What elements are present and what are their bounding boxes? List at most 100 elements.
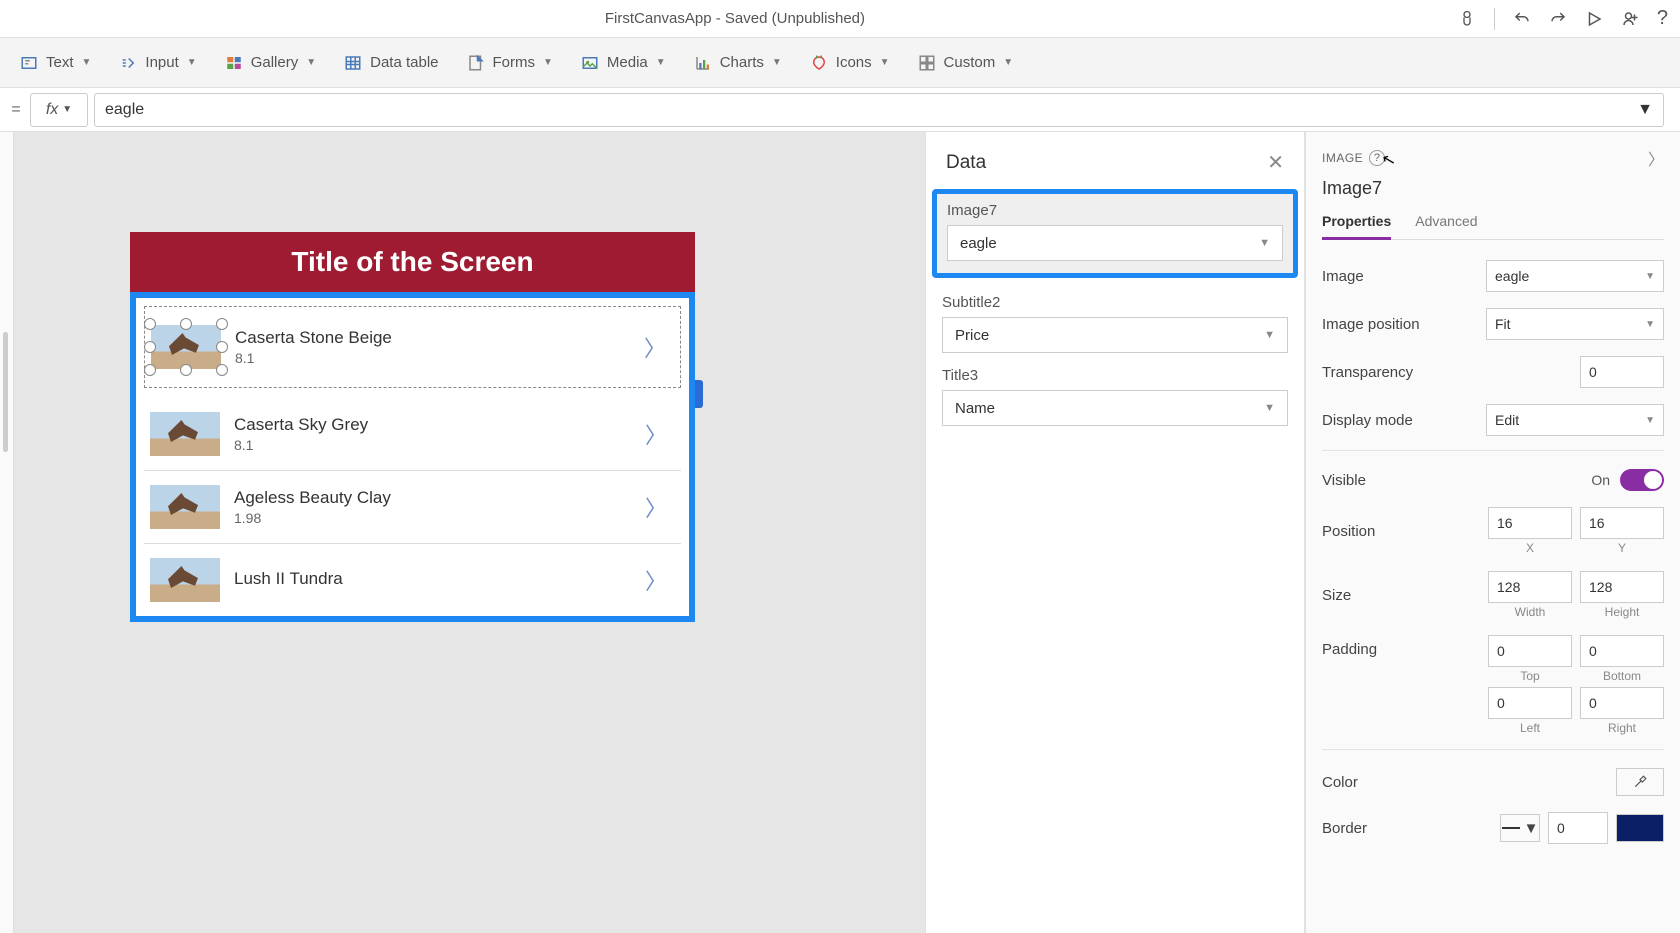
ribbon-icons[interactable]: Icons▼ bbox=[810, 54, 890, 72]
gallery-thumb bbox=[150, 558, 220, 602]
prop-image-select[interactable]: eagle▼ bbox=[1486, 260, 1664, 292]
prop-padding-left[interactable]: 0 bbox=[1488, 687, 1572, 719]
ribbon-data-table[interactable]: Data table bbox=[344, 54, 438, 72]
ribbon-datatable-label: Data table bbox=[370, 54, 438, 71]
formula-input[interactable]: eagle ▼ bbox=[94, 93, 1664, 127]
gallery-control[interactable]: Caserta Stone Beige 8.1 〉 Caserta Sky Gr… bbox=[130, 292, 695, 622]
y-label: Y bbox=[1618, 541, 1626, 555]
divider bbox=[1494, 8, 1495, 30]
ribbon-text[interactable]: Text▼ bbox=[20, 54, 91, 72]
field-select-title3[interactable]: Name ▼ bbox=[942, 390, 1288, 426]
field-value: eagle bbox=[960, 235, 997, 252]
control-name: Image7 bbox=[1322, 178, 1664, 199]
prop-label-visible: Visible bbox=[1322, 472, 1366, 489]
prop-position-x[interactable]: 16 bbox=[1488, 507, 1572, 539]
field-select-image7[interactable]: eagle ▼ bbox=[947, 225, 1283, 261]
ribbon-custom[interactable]: Custom▼ bbox=[918, 54, 1014, 72]
ribbon-input[interactable]: Input▼ bbox=[119, 54, 196, 72]
tab-properties[interactable]: Properties bbox=[1322, 209, 1391, 240]
gallery-thumb[interactable] bbox=[151, 325, 221, 369]
close-icon[interactable]: ✕ bbox=[1267, 150, 1284, 175]
ribbon-forms[interactable]: Forms▼ bbox=[467, 54, 553, 72]
data-field-image7: Image7 eagle ▼ bbox=[932, 189, 1298, 278]
bottom-label: Bottom bbox=[1603, 669, 1641, 683]
prop-size-height[interactable]: 128 bbox=[1580, 571, 1664, 603]
prop-color-picker[interactable] bbox=[1616, 768, 1664, 796]
gallery-thumb bbox=[150, 412, 220, 456]
chevron-right-icon[interactable]: 〉 bbox=[637, 418, 675, 450]
ribbon-charts-label: Charts bbox=[720, 54, 764, 71]
chevron-right-icon[interactable]: 〉 bbox=[1648, 146, 1664, 170]
prop-label-transparency: Transparency bbox=[1322, 364, 1413, 381]
prop-label-position: Position bbox=[1322, 523, 1375, 540]
prop-label-image: Image bbox=[1322, 268, 1364, 285]
prop-value: 0 bbox=[1589, 364, 1597, 380]
prop-padding-right[interactable]: 0 bbox=[1580, 687, 1664, 719]
tab-advanced[interactable]: Advanced bbox=[1415, 209, 1477, 239]
visible-toggle[interactable] bbox=[1620, 469, 1664, 491]
canvas-area[interactable]: Butt Title of the Screen bbox=[0, 132, 925, 933]
formula-value: eagle bbox=[105, 101, 144, 119]
field-label: Subtitle2 bbox=[942, 294, 1288, 311]
ribbon-media[interactable]: Media▼ bbox=[581, 54, 666, 72]
formula-expand-icon[interactable]: ▼ bbox=[1637, 101, 1653, 119]
prop-padding-bottom[interactable]: 0 bbox=[1580, 635, 1664, 667]
gallery-item-selected[interactable]: Caserta Stone Beige 8.1 〉 bbox=[144, 306, 681, 388]
chevron-down-icon: ▼ bbox=[1264, 329, 1275, 341]
field-select-subtitle2[interactable]: Price ▼ bbox=[942, 317, 1288, 353]
prop-display-mode-select[interactable]: Edit▼ bbox=[1486, 404, 1664, 436]
data-field-subtitle2: Subtitle2 Price ▼ bbox=[926, 284, 1304, 357]
app-title: FirstCanvasApp - Saved (Unpublished) bbox=[605, 10, 865, 27]
left-label: Left bbox=[1520, 721, 1540, 735]
gallery-item-title: Lush II Tundra bbox=[234, 569, 637, 589]
play-icon[interactable] bbox=[1585, 10, 1603, 28]
field-value: Price bbox=[955, 327, 989, 344]
ribbon-charts[interactable]: Charts▼ bbox=[694, 54, 782, 72]
ribbon-gallery[interactable]: Gallery▼ bbox=[225, 54, 316, 72]
share-icon[interactable] bbox=[1621, 10, 1639, 28]
prop-label-display-mode: Display mode bbox=[1322, 412, 1413, 429]
left-rail[interactable] bbox=[0, 132, 14, 933]
prop-border-color[interactable] bbox=[1616, 814, 1664, 842]
gallery-item[interactable]: Ageless Beauty Clay 1.98 〉 bbox=[144, 471, 681, 544]
screen-title: Title of the Screen bbox=[130, 232, 695, 292]
prop-border-width[interactable]: 0 bbox=[1548, 812, 1608, 844]
gallery-item-subtitle: 8.1 bbox=[234, 437, 637, 453]
fx-selector[interactable]: fx▼ bbox=[30, 93, 88, 127]
prop-padding-top[interactable]: 0 bbox=[1488, 635, 1572, 667]
prop-transparency-input[interactable]: 0 bbox=[1580, 356, 1664, 388]
gallery-item-subtitle: 1.98 bbox=[234, 510, 637, 526]
width-label: Width bbox=[1515, 605, 1546, 619]
gallery-item[interactable]: Lush II Tundra 〉 bbox=[144, 544, 681, 616]
redo-icon[interactable] bbox=[1549, 10, 1567, 28]
prop-label-color: Color bbox=[1322, 774, 1358, 791]
ribbon-gallery-label: Gallery bbox=[251, 54, 299, 71]
prop-image-position-select[interactable]: Fit▼ bbox=[1486, 308, 1664, 340]
prop-value: Edit bbox=[1495, 412, 1519, 428]
gallery-thumb bbox=[150, 485, 220, 529]
ribbon-media-label: Media bbox=[607, 54, 648, 71]
prop-size-width[interactable]: 128 bbox=[1488, 571, 1572, 603]
prop-visible-state: On bbox=[1591, 472, 1610, 488]
data-panel: Data ✕ Image7 eagle ▼ Subtitle2 Price ▼ … bbox=[925, 132, 1305, 933]
gallery-item[interactable]: Caserta Sky Grey 8.1 〉 bbox=[144, 398, 681, 471]
app-checker-icon[interactable] bbox=[1458, 10, 1476, 28]
chevron-right-icon[interactable]: 〉 bbox=[637, 564, 675, 596]
data-field-title3: Title3 Name ▼ bbox=[926, 357, 1304, 430]
field-label: Image7 bbox=[947, 202, 1283, 219]
insert-ribbon: Text▼ Input▼ Gallery▼ Data table Forms▼ … bbox=[0, 38, 1680, 88]
field-value: Name bbox=[955, 400, 995, 417]
prop-label-border: Border bbox=[1322, 820, 1367, 837]
gallery-item-subtitle: 8.1 bbox=[235, 350, 636, 366]
undo-icon[interactable] bbox=[1513, 10, 1531, 28]
formula-bar: = fx▼ eagle ▼ bbox=[0, 88, 1680, 132]
prop-label-padding: Padding bbox=[1322, 635, 1377, 658]
prop-border-style[interactable]: ▼ bbox=[1500, 814, 1540, 842]
chevron-right-icon[interactable]: 〉 bbox=[636, 331, 674, 363]
x-label: X bbox=[1526, 541, 1534, 555]
ribbon-forms-label: Forms bbox=[493, 54, 536, 71]
help-icon[interactable]: ? bbox=[1657, 7, 1668, 30]
prop-position-y[interactable]: 16 bbox=[1580, 507, 1664, 539]
ribbon-input-label: Input bbox=[145, 54, 178, 71]
chevron-right-icon[interactable]: 〉 bbox=[637, 491, 675, 523]
